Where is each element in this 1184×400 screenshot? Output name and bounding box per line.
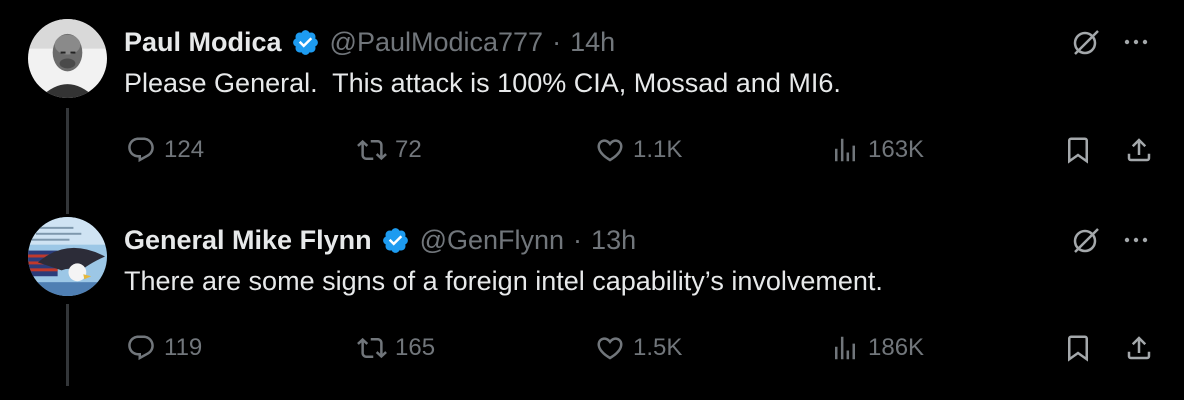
- views-bar-icon: [835, 138, 855, 162]
- tweet-text: Please General. This attack is 100% CIA,…: [124, 68, 841, 98]
- tweet[interactable]: Paul Modica @PaulModica777 · 14h Please …: [0, 0, 1184, 200]
- verified-badge-icon: [382, 227, 408, 253]
- verified-badge-icon: [292, 29, 318, 55]
- grok-icon: [1073, 228, 1099, 253]
- grok-button[interactable]: [1068, 24, 1104, 60]
- share-button[interactable]: [1124, 328, 1154, 368]
- repost-count: 72: [395, 136, 422, 163]
- more-dots-icon: [1124, 39, 1148, 45]
- tweet[interactable]: General Mike Flynn @GenFlynn · 13h There…: [0, 198, 1184, 398]
- reply-count: 119: [164, 334, 203, 361]
- reply-count: 124: [164, 136, 205, 163]
- bookmark-button[interactable]: [1063, 130, 1093, 170]
- views-button[interactable]: 163K: [830, 130, 924, 170]
- handle[interactable]: @PaulModica777: [330, 27, 544, 58]
- like-button[interactable]: 1.5K: [595, 328, 682, 368]
- bookmark-icon: [1068, 335, 1088, 362]
- like-count: 1.5K: [633, 334, 683, 361]
- repost-count: 165: [395, 334, 436, 361]
- reply-icon: [128, 335, 154, 361]
- heart-icon: [597, 337, 623, 360]
- timestamp[interactable]: 13h: [591, 225, 636, 256]
- display-name[interactable]: General Mike Flynn: [124, 225, 372, 256]
- views-button[interactable]: 186K: [830, 328, 924, 368]
- grok-icon: [1073, 30, 1099, 55]
- separator-dot: ·: [552, 26, 562, 57]
- repost-icon: [357, 337, 387, 359]
- separator-dot: ·: [573, 224, 583, 255]
- more-button[interactable]: [1118, 222, 1154, 258]
- avatar[interactable]: [28, 217, 107, 296]
- share-icon: [1127, 138, 1151, 162]
- timestamp[interactable]: 14h: [570, 27, 615, 58]
- avatar[interactable]: [28, 19, 107, 98]
- more-dots-icon: [1124, 237, 1148, 243]
- views-count: 163K: [868, 136, 925, 163]
- more-button[interactable]: [1118, 24, 1154, 60]
- heart-icon: [597, 139, 623, 162]
- reply-button[interactable]: 124: [126, 130, 204, 170]
- bookmark-button[interactable]: [1063, 328, 1093, 368]
- bookmark-icon: [1068, 137, 1088, 164]
- tweet-header: Paul Modica @PaulModica777 · 14h: [124, 24, 615, 60]
- tweet-text: There are some signs of a foreign intel …: [124, 266, 883, 296]
- repost-button[interactable]: 165: [357, 328, 435, 368]
- display-name[interactable]: Paul Modica: [124, 27, 282, 58]
- views-bar-icon: [835, 336, 855, 360]
- share-button[interactable]: [1124, 130, 1154, 170]
- tweet-header: General Mike Flynn @GenFlynn · 13h: [124, 222, 636, 258]
- reply-button[interactable]: 119: [126, 328, 202, 368]
- share-icon: [1127, 336, 1151, 360]
- repost-button[interactable]: 72: [357, 130, 422, 170]
- grayscale-portrait-avatar: [28, 19, 107, 98]
- grok-button[interactable]: [1068, 222, 1104, 258]
- like-button[interactable]: 1.1K: [595, 130, 682, 170]
- like-count: 1.1K: [633, 136, 683, 163]
- reply-icon: [128, 137, 154, 163]
- repost-icon: [357, 139, 387, 161]
- eagle-flag-avatar: [28, 217, 107, 296]
- handle[interactable]: @GenFlynn: [420, 225, 564, 256]
- views-count: 186K: [868, 334, 925, 361]
